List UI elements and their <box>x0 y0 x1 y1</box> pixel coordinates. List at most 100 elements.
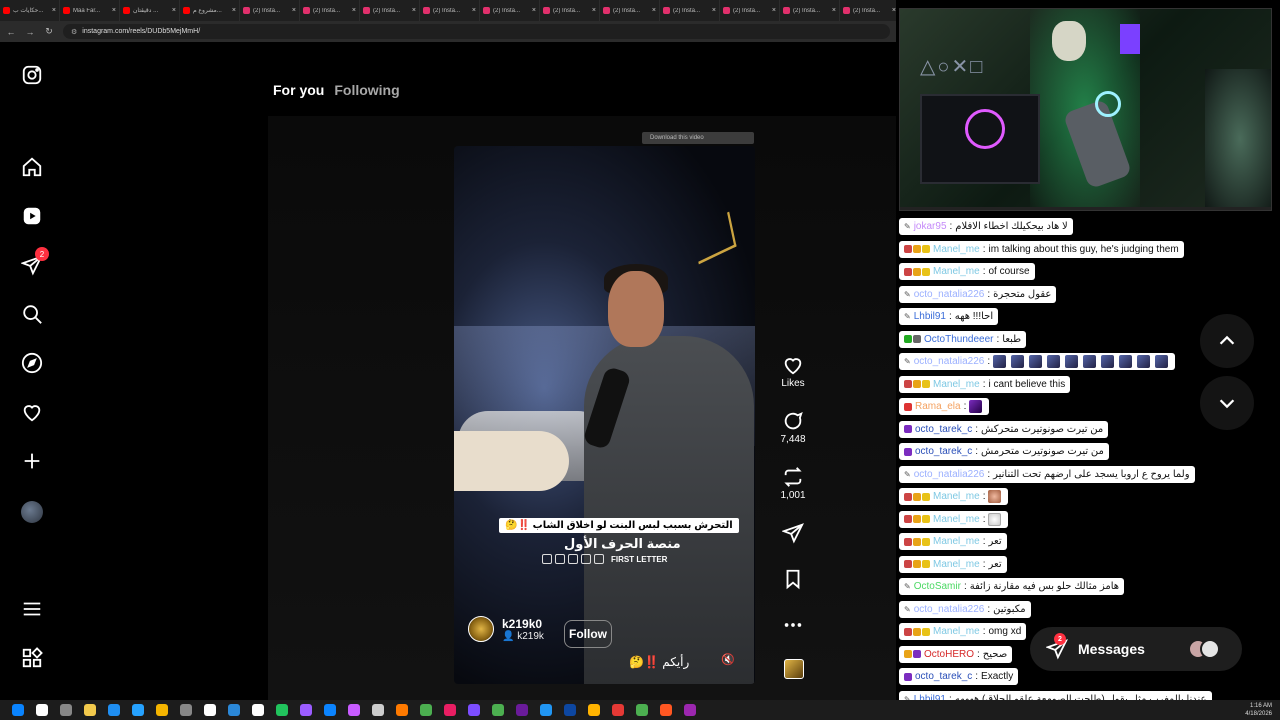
app-icon[interactable] <box>252 704 264 716</box>
chat-username[interactable]: Manel_me <box>933 514 980 525</box>
browser-tab[interactable]: (2) Insta... × <box>720 0 780 21</box>
close-icon[interactable]: × <box>352 7 356 14</box>
browser-tab[interactable]: حكايات ب... × <box>0 0 60 21</box>
close-icon[interactable]: × <box>292 7 296 14</box>
close-icon[interactable]: × <box>412 7 416 14</box>
forward-icon[interactable]: → <box>25 27 35 37</box>
more-menu-icon[interactable] <box>20 597 44 621</box>
scroll-down-button[interactable] <box>1200 376 1254 430</box>
browser-tab[interactable]: (2) Insta... × <box>240 0 300 21</box>
chat-username[interactable]: OctoThundeeer <box>924 334 994 345</box>
tab-for-you[interactable]: For you <box>273 82 324 98</box>
notifications-heart-icon[interactable] <box>20 400 44 424</box>
browser-tab[interactable]: (2) Insta... × <box>540 0 600 21</box>
close-icon[interactable]: × <box>652 7 656 14</box>
close-icon[interactable]: × <box>232 7 236 14</box>
comment-action[interactable]: 7,448 <box>774 410 812 445</box>
search-icon[interactable] <box>36 704 48 716</box>
close-icon[interactable]: × <box>772 7 776 14</box>
chat-username[interactable]: OctoSamir <box>914 581 961 592</box>
app-icon[interactable] <box>348 704 360 716</box>
repost-action[interactable]: 1,001 <box>774 466 812 501</box>
close-icon[interactable]: × <box>532 7 536 14</box>
clock[interactable]: 1:16 AM 4/18/2026 <box>1245 702 1272 718</box>
author-audio[interactable]: 👤 k219k <box>502 631 544 642</box>
premiere-icon[interactable] <box>300 704 312 716</box>
chat-username[interactable]: OctoHERO <box>924 649 974 660</box>
app-icon[interactable] <box>228 704 240 716</box>
chat-username[interactable]: Manel_me <box>933 536 980 547</box>
browser-tab[interactable]: (2) Insta... × <box>660 0 720 21</box>
app-icon[interactable] <box>564 704 576 716</box>
task-view-icon[interactable] <box>60 704 72 716</box>
chat-username[interactable]: octo_natalia226 <box>914 604 985 615</box>
app-icon[interactable] <box>492 704 504 716</box>
scroll-up-button[interactable] <box>1200 314 1254 368</box>
chat-username[interactable]: Manel_me <box>933 491 980 502</box>
app-icon[interactable] <box>420 704 432 716</box>
more-options-action[interactable] <box>774 614 812 636</box>
app-icon[interactable] <box>276 704 288 716</box>
chat-username[interactable]: Manel_me <box>933 379 980 390</box>
app-icon[interactable] <box>204 704 216 716</box>
chat-username[interactable]: octo_natalia226 <box>914 356 985 367</box>
browser-tab[interactable]: مشروع م... × <box>180 0 240 21</box>
reload-icon[interactable]: ↻ <box>44 26 54 37</box>
close-icon[interactable]: × <box>832 7 836 14</box>
direct-messages-icon[interactable]: 2 <box>20 247 49 277</box>
url-field[interactable]: ⚙ instagram.com/reels/DUDb5MejMmH/ <box>63 24 890 39</box>
close-icon[interactable]: × <box>892 7 896 14</box>
browser-tab[interactable]: (2) Insta... × <box>480 0 540 21</box>
chrome-icon[interactable] <box>156 704 168 716</box>
chrome-alt-icon[interactable] <box>612 704 624 716</box>
twitch-icon[interactable] <box>684 704 696 716</box>
browser-tab[interactable]: (2) Insta... × <box>360 0 420 21</box>
chat-username[interactable]: Lhbil91 <box>914 311 946 322</box>
create-plus-icon[interactable] <box>20 449 44 473</box>
chat-username[interactable]: octo_tarek_c <box>915 424 972 435</box>
tab-following[interactable]: Following <box>334 82 399 98</box>
close-icon[interactable]: × <box>172 7 176 14</box>
files-icon[interactable] <box>84 704 96 716</box>
author-username[interactable]: k219k0 <box>502 617 544 631</box>
download-video-overlay[interactable]: Download this video <box>642 132 754 144</box>
explore-icon[interactable] <box>20 351 44 375</box>
home-icon[interactable] <box>20 155 44 179</box>
chat-username[interactable]: Manel_me <box>933 244 980 255</box>
chat-username[interactable]: octo_tarek_c <box>915 671 972 682</box>
profile-avatar[interactable] <box>21 501 43 523</box>
chat-username[interactable]: Rama_ela <box>915 401 961 412</box>
browser-tab[interactable]: (2) Insta... × <box>780 0 840 21</box>
start-icon[interactable] <box>12 704 24 716</box>
mute-icon[interactable]: 🔇 <box>721 653 737 669</box>
close-icon[interactable]: × <box>712 7 716 14</box>
app-icon[interactable] <box>660 704 672 716</box>
back-icon[interactable]: ← <box>6 27 16 37</box>
follow-button[interactable]: Follow <box>564 620 612 648</box>
chat-username[interactable]: octo_natalia226 <box>914 289 985 300</box>
browser-tab[interactable]: (2) Insta... × <box>420 0 480 21</box>
browser-tab[interactable]: (2) Insta... × <box>300 0 360 21</box>
chat-username[interactable]: octo_natalia226 <box>914 469 985 480</box>
app-icon[interactable] <box>516 704 528 716</box>
browser-tab[interactable]: Maa Far... × <box>60 0 120 21</box>
audio-thumbnail[interactable] <box>784 659 804 679</box>
save-action[interactable] <box>774 568 812 590</box>
reel-author[interactable]: k219k0 👤 k219k <box>468 616 544 642</box>
chat-username[interactable]: Manel_me <box>933 626 980 637</box>
close-icon[interactable]: × <box>112 7 116 14</box>
outlook-icon[interactable] <box>132 704 144 716</box>
chat-username[interactable]: octo_tarek_c <box>915 446 972 457</box>
close-icon[interactable]: × <box>472 7 476 14</box>
close-icon[interactable]: × <box>52 7 56 14</box>
messages-button[interactable]: 2 Messages <box>1030 627 1242 671</box>
browser-tab[interactable]: (2) Insta... × <box>600 0 660 21</box>
edge-icon[interactable] <box>108 704 120 716</box>
close-icon[interactable]: × <box>592 7 596 14</box>
chat-username[interactable]: Manel_me <box>933 559 980 570</box>
browser-tab[interactable]: دقيقتان ... × <box>120 0 180 21</box>
app-icon[interactable] <box>396 704 408 716</box>
reel-video[interactable]: التحرش بسبب لبس البنت لو اخلاق الشاب ‼️🤔… <box>454 146 755 684</box>
app-icon[interactable] <box>444 704 456 716</box>
app-icon[interactable] <box>324 704 336 716</box>
